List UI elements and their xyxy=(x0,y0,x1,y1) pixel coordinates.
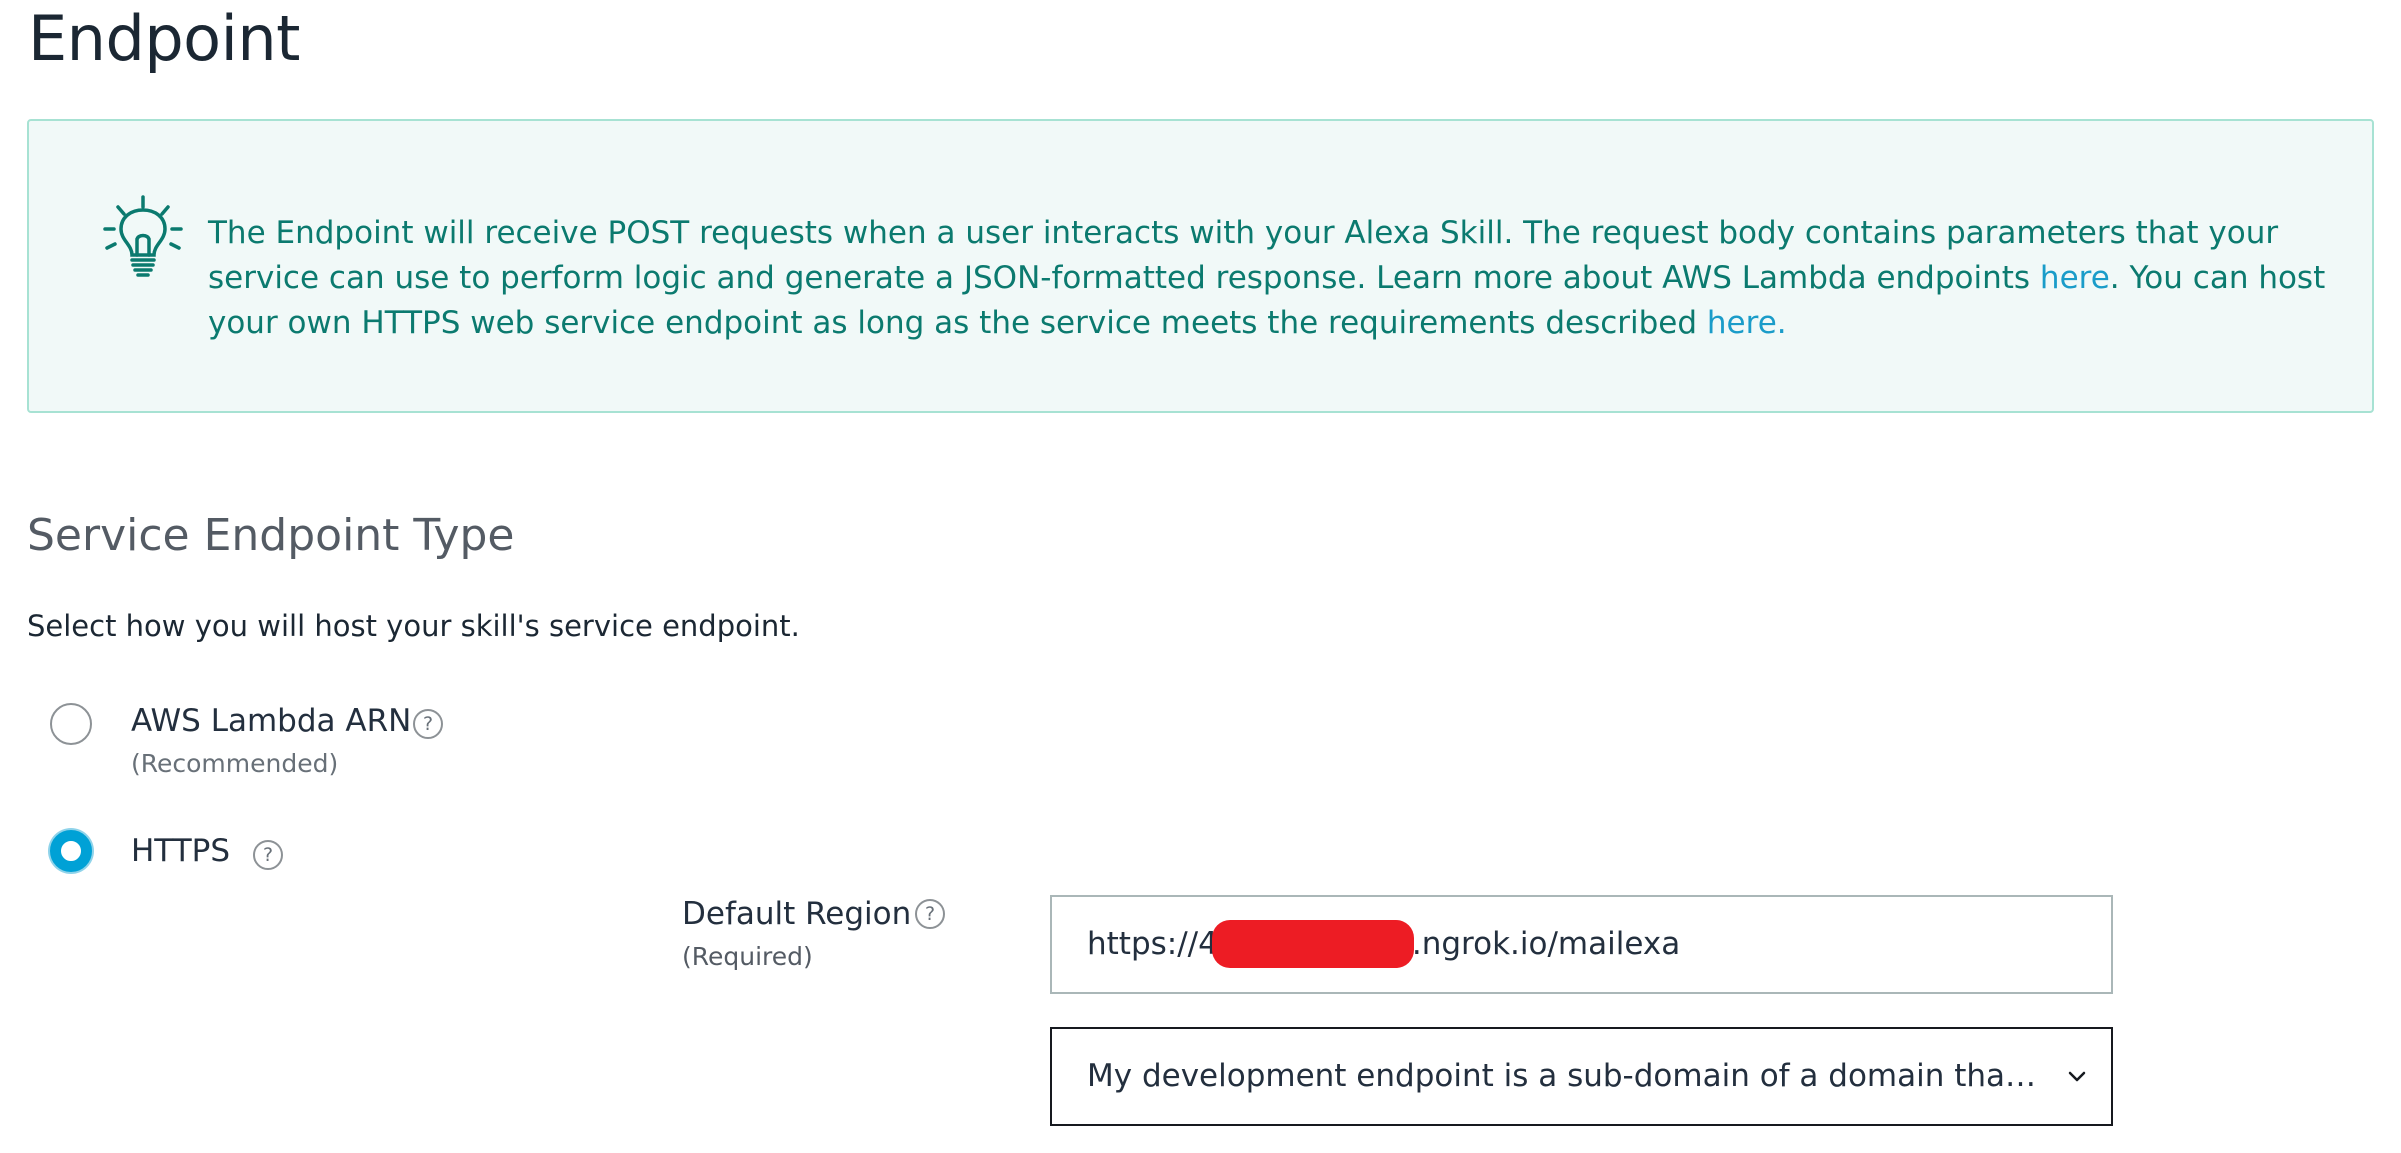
lambda-docs-link[interactable]: here xyxy=(2040,260,2110,296)
option-label-https: HTTPS xyxy=(131,833,231,869)
lightbulb-icon xyxy=(103,195,183,277)
info-banner: The Endpoint will receive POST requests … xyxy=(27,119,2374,413)
default-region-required: (Required) xyxy=(682,942,813,971)
ssl-certificate-select[interactable]: My development endpoint is a sub-domain … xyxy=(1050,1027,2113,1126)
redaction-mark xyxy=(1211,919,1414,968)
help-icon[interactable]: ? xyxy=(253,840,283,870)
section-title: Service Endpoint Type xyxy=(27,510,515,561)
info-text: The Endpoint will receive POST requests … xyxy=(208,211,2338,346)
url-suffix: .ngrok.io/mailexa xyxy=(1411,926,1681,962)
help-icon[interactable]: ? xyxy=(915,899,945,929)
option-sublabel-recommended: (Recommended) xyxy=(131,749,339,778)
https-requirements-link[interactable]: here. xyxy=(1707,305,1787,341)
section-description: Select how you will host your skill's se… xyxy=(27,609,800,643)
help-icon[interactable]: ? xyxy=(413,709,443,739)
ssl-certificate-selected-value: My development endpoint is a sub-domain … xyxy=(1087,1058,2042,1094)
info-text-part-1: The Endpoint will receive POST requests … xyxy=(208,215,2279,296)
radio-https[interactable] xyxy=(50,830,92,872)
chevron-down-icon xyxy=(2068,1071,2086,1082)
default-region-url-input[interactable]: https://4 .ngrok.io/mailexa xyxy=(1050,895,2113,994)
radio-aws-lambda-arn[interactable] xyxy=(50,703,92,745)
option-label-aws-lambda: AWS Lambda ARN xyxy=(131,703,412,739)
url-prefix: https:// xyxy=(1087,926,1199,962)
default-region-label: Default Region xyxy=(682,896,912,932)
page-title: Endpoint xyxy=(28,2,300,75)
